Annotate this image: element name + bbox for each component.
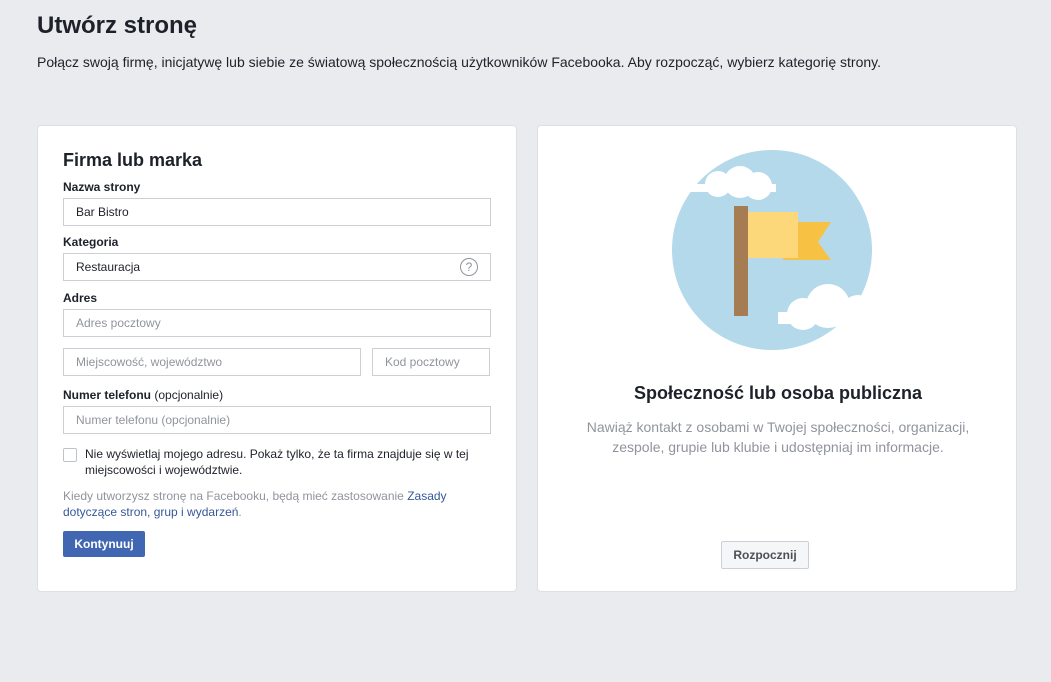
category-input[interactable]: [63, 253, 491, 281]
phone-label-optional: (opcjonalnie): [154, 388, 224, 402]
hide-address-checkbox[interactable]: [63, 448, 77, 462]
community-card: Społeczność lub osoba publiczna Nawiąż k…: [537, 125, 1017, 592]
page-name-input[interactable]: [63, 198, 491, 226]
phone-label-text: Numer telefonu: [63, 388, 152, 402]
city-state-input[interactable]: [63, 348, 361, 376]
flag-illustration: [668, 150, 882, 350]
terms-notice: Kiedy utworzysz stronę na Facebooku, będ…: [63, 488, 483, 520]
business-brand-card: Firma lub marka Nazwa strony Kategoria ?…: [37, 125, 517, 592]
phone-input[interactable]: [63, 406, 491, 434]
phone-label: Numer telefonu (opcjonalnie): [63, 388, 223, 402]
card-heading: Firma lub marka: [63, 150, 203, 170]
address-label: Adres: [63, 291, 98, 305]
page-name-label: Nazwa strony: [63, 180, 141, 194]
community-title: Społeczność lub osoba publiczna: [633, 383, 923, 403]
help-icon[interactable]: ?: [460, 258, 478, 276]
start-button[interactable]: Rozpocznij: [721, 541, 809, 569]
page-subtitle: Połącz swoją firmę, inicjatywę lub siebi…: [37, 54, 882, 70]
page-title: Utwórz stronę: [37, 12, 198, 39]
street-address-input[interactable]: [63, 309, 491, 337]
category-label: Kategoria: [63, 235, 119, 249]
hide-address-label: Nie wyświetlaj mojego adresu. Pokaż tylk…: [85, 447, 469, 477]
flag-pole: [734, 206, 748, 316]
community-description: Nawiąż kontakt z osobami w Twojej społec…: [586, 419, 970, 455]
terms-suffix: .: [238, 505, 242, 519]
continue-button[interactable]: Kontynuuj: [63, 531, 145, 557]
terms-prefix: Kiedy utworzysz stronę na Facebooku, będ…: [63, 489, 404, 503]
zip-code-input[interactable]: [372, 348, 490, 376]
